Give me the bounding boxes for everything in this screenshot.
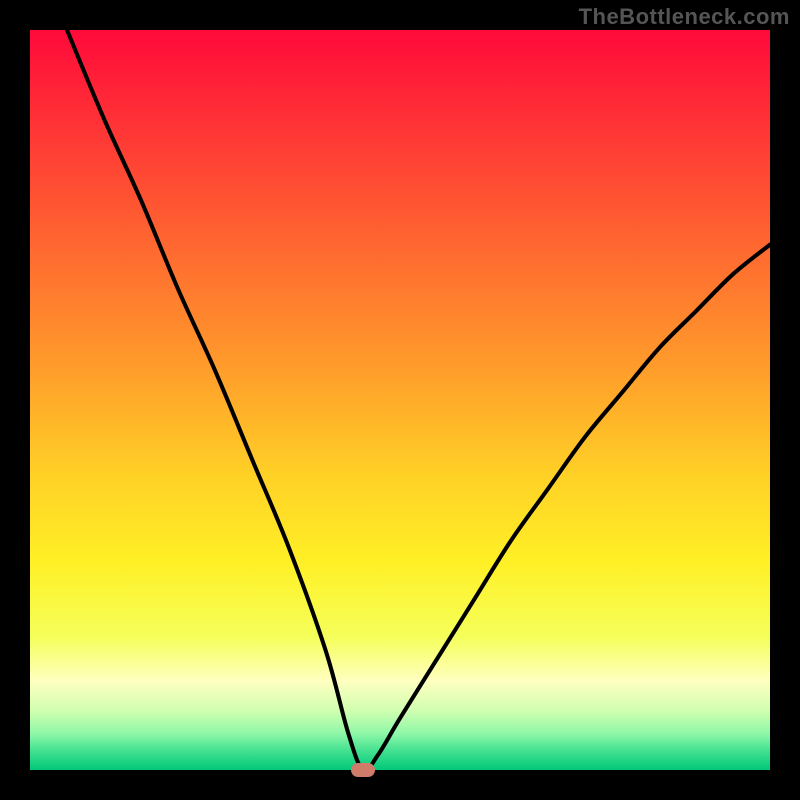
bottleneck-curve [30,30,770,770]
optimal-marker [351,763,375,777]
chart-frame: TheBottleneck.com [0,0,800,800]
watermark-text: TheBottleneck.com [579,4,790,30]
plot-area [30,30,770,770]
